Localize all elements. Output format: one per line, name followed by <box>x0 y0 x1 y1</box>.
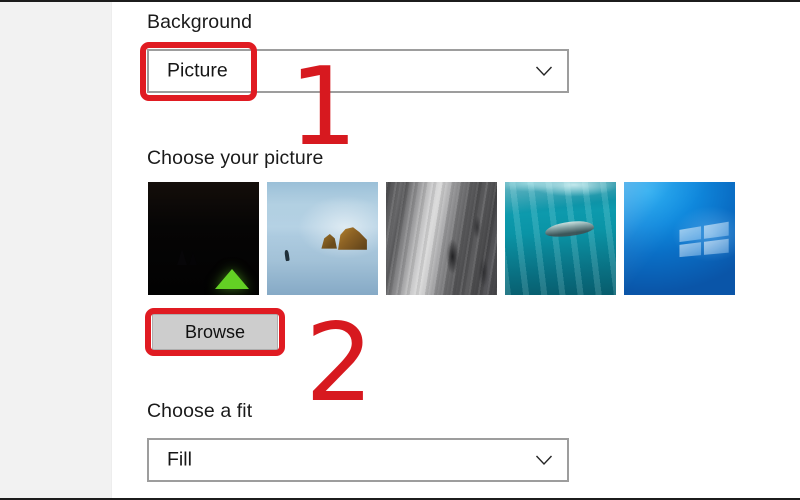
browse-button[interactable]: Browse <box>152 314 278 350</box>
background-section-label: Background <box>147 11 253 33</box>
fit-combobox[interactable]: Fill <box>147 438 569 482</box>
thumbnail-grey-granite-rock-face[interactable] <box>386 182 497 295</box>
background-type-value: Picture <box>167 59 228 82</box>
picture-thumbnail-list <box>148 182 735 295</box>
thumbnail-windows-10-hero-blue[interactable] <box>624 182 735 295</box>
choose-picture-label: Choose your picture <box>147 147 324 169</box>
thumbnail-wharariki-beach-runner[interactable] <box>267 182 378 295</box>
fit-value: Fill <box>167 448 192 471</box>
settings-background-screen: Background Picture Choose your picture B… <box>0 0 800 500</box>
settings-sidebar-strip <box>0 2 112 498</box>
chevron-down-icon <box>535 65 553 77</box>
choose-fit-label: Choose a fit <box>147 400 253 422</box>
annotation-step-number-2: 2 <box>305 301 374 426</box>
chevron-down-icon <box>535 454 553 466</box>
background-settings-pane: Background Picture Choose your picture B… <box>113 2 800 498</box>
background-type-combobox[interactable]: Picture <box>147 49 569 93</box>
thumbnail-milky-way-night-sky-tent[interactable] <box>148 182 259 295</box>
thumbnail-underwater-whale-teal[interactable] <box>505 182 616 295</box>
